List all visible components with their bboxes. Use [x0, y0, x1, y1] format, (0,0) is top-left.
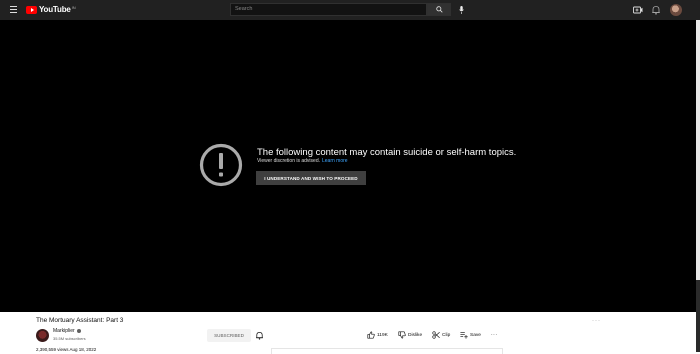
masthead: YouTube IN Search [0, 0, 700, 20]
clip-label: Clip [442, 332, 451, 338]
bell-icon[interactable] [255, 331, 264, 340]
save-button[interactable]: Save [460, 331, 481, 339]
channel-avatar[interactable] [36, 329, 49, 342]
like-count: 119K [377, 332, 388, 338]
youtube-logo[interactable]: YouTube IN [26, 5, 76, 14]
mic-icon [459, 5, 464, 14]
learn-more-link[interactable]: Learn more [322, 158, 348, 164]
video-player[interactable]: The following content may contain suicid… [0, 20, 700, 312]
hamburger-icon[interactable] [10, 6, 17, 14]
viewer-discretion-text: Viewer discretion is advised. [257, 158, 320, 164]
scrollbar-thumb[interactable] [696, 20, 700, 280]
voice-search-button[interactable] [456, 4, 467, 15]
exclamation-circle-icon [199, 143, 243, 187]
page-scrollbar[interactable] [696, 20, 700, 352]
thumbs-down-icon [398, 331, 406, 339]
channel-name[interactable]: Markiplier [53, 328, 81, 334]
video-views-date: 2,390,559 views Aug 18, 2022 [36, 347, 97, 352]
logo-region: IN [71, 4, 76, 10]
like-button[interactable]: 119K [367, 331, 388, 339]
dislike-label: Dislike [408, 332, 423, 338]
channel-name-text: Markiplier [53, 328, 75, 334]
create-icon[interactable] [633, 5, 643, 15]
more-horizontal-icon[interactable]: ··· [592, 318, 601, 324]
dislike-button[interactable]: Dislike [398, 331, 422, 339]
youtube-play-icon [26, 5, 37, 14]
playlist-add-icon [460, 332, 468, 339]
clip-button[interactable]: Clip [432, 331, 450, 339]
verified-badge-icon [76, 328, 81, 333]
search-button[interactable] [427, 3, 451, 16]
description-box[interactable] [271, 348, 503, 354]
content-warning-subtitle: Viewer discretion is advised. Learn more [257, 158, 348, 164]
search-input[interactable]: Search [230, 3, 427, 16]
account-avatar[interactable] [670, 4, 682, 16]
subscribe-button[interactable]: SUBSCRIBED [207, 329, 251, 342]
save-label: Save [470, 332, 481, 338]
subscriber-count: 35.5M subscribers [53, 336, 86, 341]
search-icon [435, 6, 443, 13]
video-title: The Mortuary Assistant: Part 3 [36, 317, 124, 324]
scissors-icon [432, 331, 440, 339]
proceed-button[interactable]: I UNDERSTAND AND WISH TO PROCEED [256, 171, 366, 185]
content-warning-title: The following content may contain suicid… [257, 147, 517, 158]
thumbs-up-icon [367, 331, 375, 339]
bell-icon[interactable] [651, 5, 661, 15]
logo-text: YouTube [39, 5, 71, 14]
more-actions-icon[interactable]: ··· [491, 332, 498, 338]
